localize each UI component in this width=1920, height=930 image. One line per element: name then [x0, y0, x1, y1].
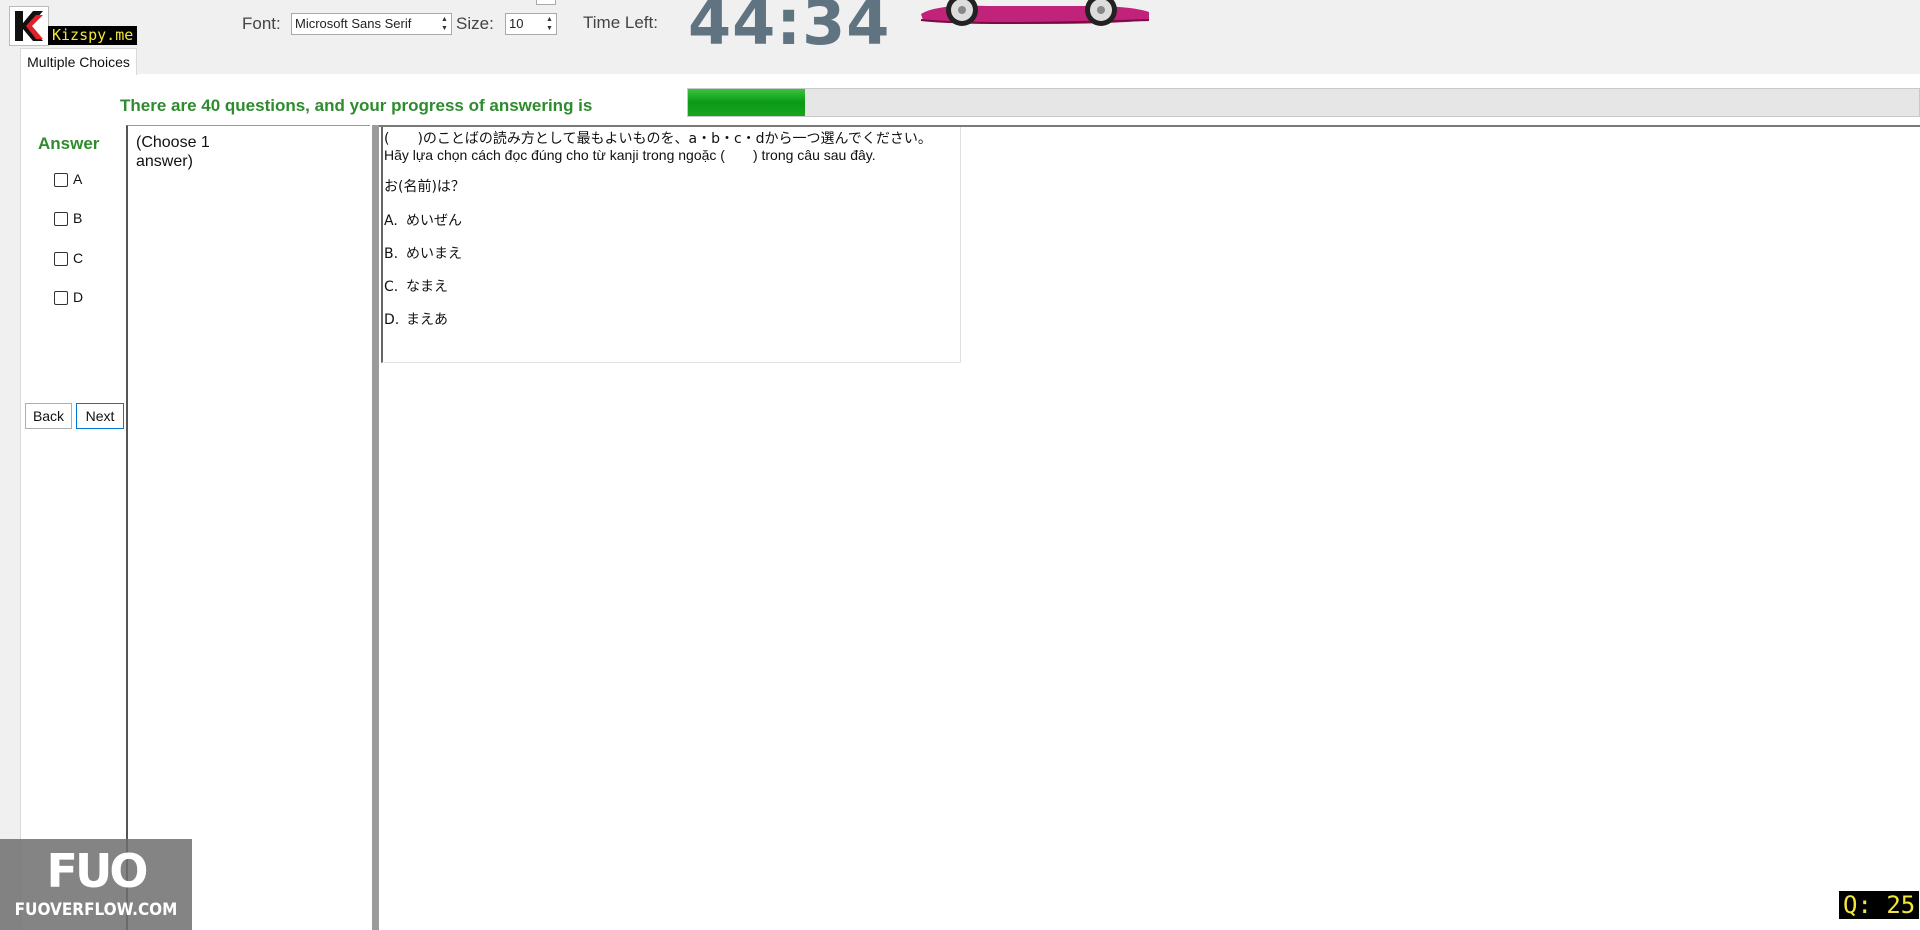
font-spin-buttons[interactable]: ▲ ▼: [439, 15, 450, 33]
tab-multiple-choices[interactable]: Multiple Choices: [20, 48, 137, 75]
choose-panel: [126, 125, 370, 930]
size-value: 10: [509, 16, 524, 31]
option-label: D: [73, 289, 84, 305]
down-arrow-icon[interactable]: ▼: [439, 24, 450, 33]
question-counter: Q: 25: [1839, 891, 1920, 919]
choice-mark: C.: [384, 279, 399, 295]
choice-text: めいぜん: [406, 213, 462, 229]
option-label: C: [73, 250, 84, 266]
choice-text: なまえ: [406, 279, 448, 295]
up-arrow-icon[interactable]: ▲: [544, 15, 555, 24]
question-prompt: お(名前)は？: [384, 179, 465, 195]
time-left-label: Time Left:: [583, 13, 658, 32]
checkbox-icon[interactable]: [54, 173, 68, 188]
down-arrow-icon[interactable]: ▼: [544, 24, 555, 33]
font-selector[interactable]: Microsoft Sans Serif ▲ ▼: [291, 13, 452, 35]
option-a-checkbox[interactable]: A: [54, 169, 82, 189]
choose-instruction: (Choose 1 answer): [136, 134, 210, 170]
choice-text: めいまえ: [406, 246, 462, 262]
watermark-text: FUOVERFLOW.COM: [14, 900, 178, 920]
font-label: Font:: [242, 14, 281, 33]
choice-d: D. まえあ: [384, 309, 448, 329]
option-b-checkbox[interactable]: B: [54, 208, 82, 228]
choice-b: B. めいまえ: [384, 243, 462, 263]
choice-text: まえあ: [406, 312, 448, 328]
progress-bar-fill: [688, 89, 805, 116]
instruction-vietnamese: Hãy lựa chọn cách đọc đúng cho từ kanji …: [384, 147, 876, 163]
progress-bar: [687, 88, 1920, 117]
option-c-checkbox[interactable]: C: [54, 248, 83, 268]
choice-mark: A.: [384, 213, 398, 229]
option-label: B: [73, 210, 83, 226]
font-value: Microsoft Sans Serif: [295, 16, 412, 31]
next-button[interactable]: Next: [76, 403, 124, 429]
up-arrow-icon[interactable]: ▲: [439, 15, 450, 24]
choice-c: C. なまえ: [384, 276, 448, 296]
checkbox-icon[interactable]: [54, 252, 68, 267]
size-spin-buttons[interactable]: ▲ ▼: [544, 15, 555, 33]
option-label: A: [73, 171, 83, 187]
watermark-logo: FUO: [46, 844, 149, 898]
progress-label: There are 40 questions, and your progres…: [120, 96, 593, 115]
checkbox-icon[interactable]: [54, 291, 68, 306]
size-stepper[interactable]: 10 ▲ ▼: [505, 13, 557, 35]
k-logo-icon: [9, 6, 49, 46]
splitter-handle[interactable]: [372, 125, 379, 930]
answer-heading: Answer: [38, 134, 100, 153]
option-d-checkbox[interactable]: D: [54, 287, 83, 307]
brand-name: Kizspy.me: [48, 26, 138, 45]
checkbox-icon[interactable]: [54, 212, 68, 227]
size-label: Size:: [456, 14, 494, 33]
countdown-timer: 44:34: [688, 0, 891, 59]
choice-mark: D.: [384, 312, 400, 328]
app-logo: Kizspy.me: [9, 6, 143, 48]
choice-mark: B.: [384, 246, 399, 262]
back-button[interactable]: Back: [25, 403, 72, 429]
car-image: [920, 0, 1150, 26]
choice-a: A. めいぜん: [384, 210, 462, 230]
size-spin-top-edge: [536, 0, 556, 5]
